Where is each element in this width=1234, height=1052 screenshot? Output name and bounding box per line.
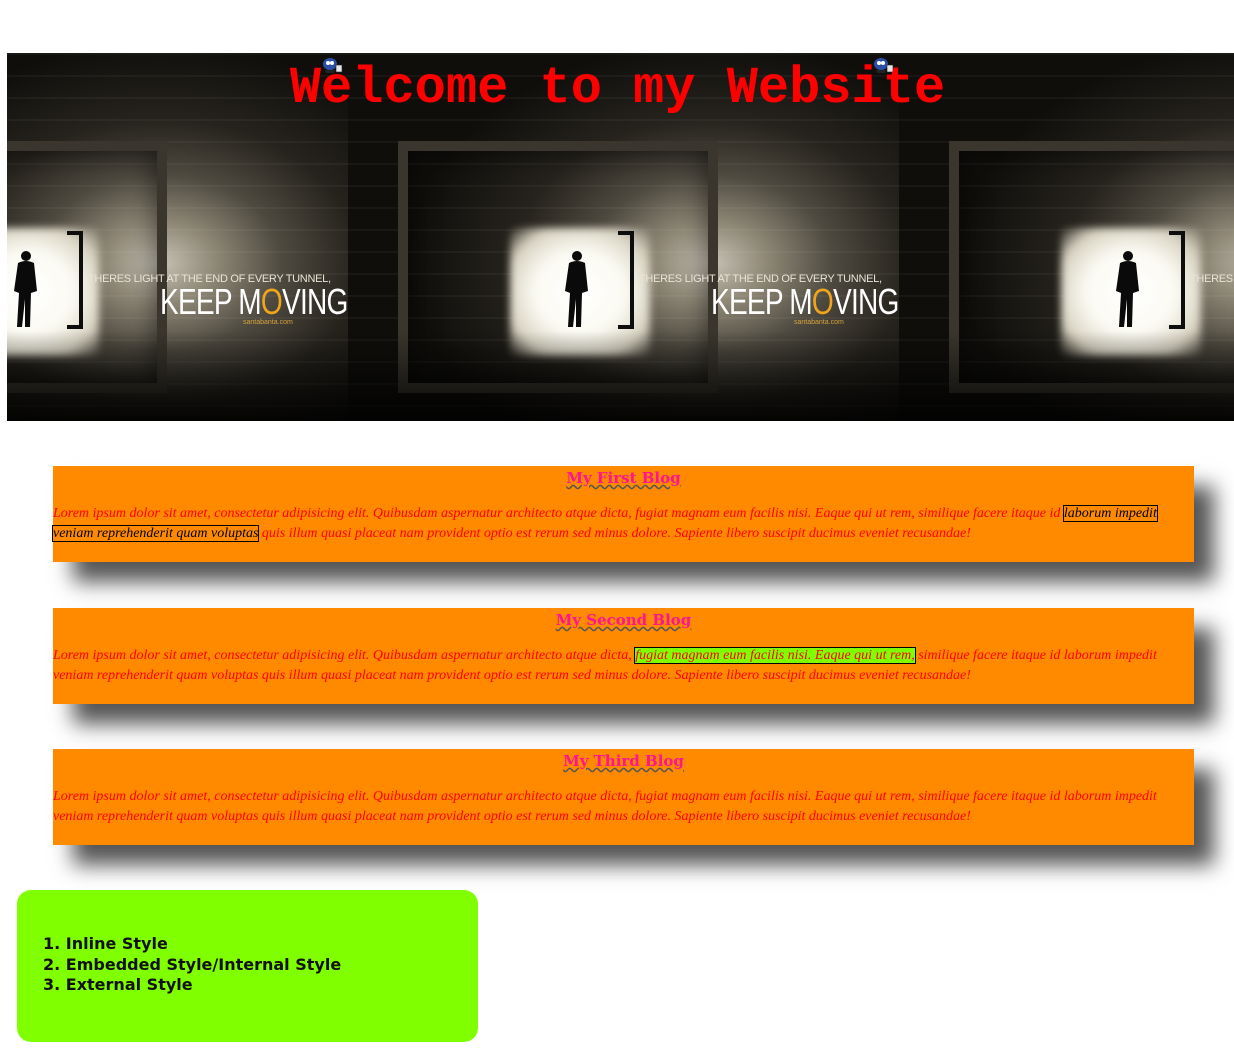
blog-post-first: My First Blog Lorem ipsum dolor sit amet… — [52, 466, 1194, 562]
blog-post-second: My Second Blog Lorem ipsum dolor sit ame… — [53, 608, 1194, 704]
banner-tagline-big: KEEP MOVING. — [160, 281, 348, 322]
list-item: 1. Inline Style — [43, 934, 168, 953]
banner-bracket — [67, 231, 83, 329]
banner-source-url: santabanta.com — [794, 319, 844, 326]
blog-body: Lorem ipsum dolor sit amet, consectetur … — [52, 505, 1158, 542]
blog-title: My Second Blog — [555, 611, 692, 629]
walking-person-icon — [14, 251, 37, 327]
blog-title: My First Blog — [566, 469, 681, 487]
page-title: Welcome to my Website — [289, 59, 946, 118]
walking-person-icon — [1116, 251, 1139, 327]
banner-source-url: santabanta.com — [243, 319, 293, 326]
walking-person-icon — [565, 251, 588, 327]
header-banner: THERES LIGHT AT THE END OF EVERY TUNNEL,… — [7, 53, 1234, 421]
highlighted-text: fugiat magnam eum facilis nisi. Eaque qu… — [634, 647, 916, 664]
banner-bracket — [618, 231, 634, 329]
banner-tagline-small: THERES LIG — [1190, 273, 1234, 285]
banner-bracket — [1169, 231, 1185, 329]
banner-tagline-big: KEEP MOVING. — [711, 281, 899, 322]
blog-title: My Third Blog — [563, 752, 684, 770]
list-item: 2. Embedded Style/Internal Style — [43, 954, 342, 974]
blog-body: Lorem ipsum dolor sit amet, consectetur … — [53, 789, 1157, 824]
blog-post-third: My Third Blog Lorem ipsum dolor sit amet… — [53, 749, 1194, 845]
blog-body: Lorem ipsum dolor sit amet, consectetur … — [53, 647, 1157, 683]
style-types-box: 1. Inline Style 2. Embedded Style/Intern… — [17, 890, 478, 1042]
style-types-list: 1. Inline Style 2. Embedded Style/Intern… — [43, 934, 341, 996]
list-item: 3. External Style — [43, 975, 193, 994]
